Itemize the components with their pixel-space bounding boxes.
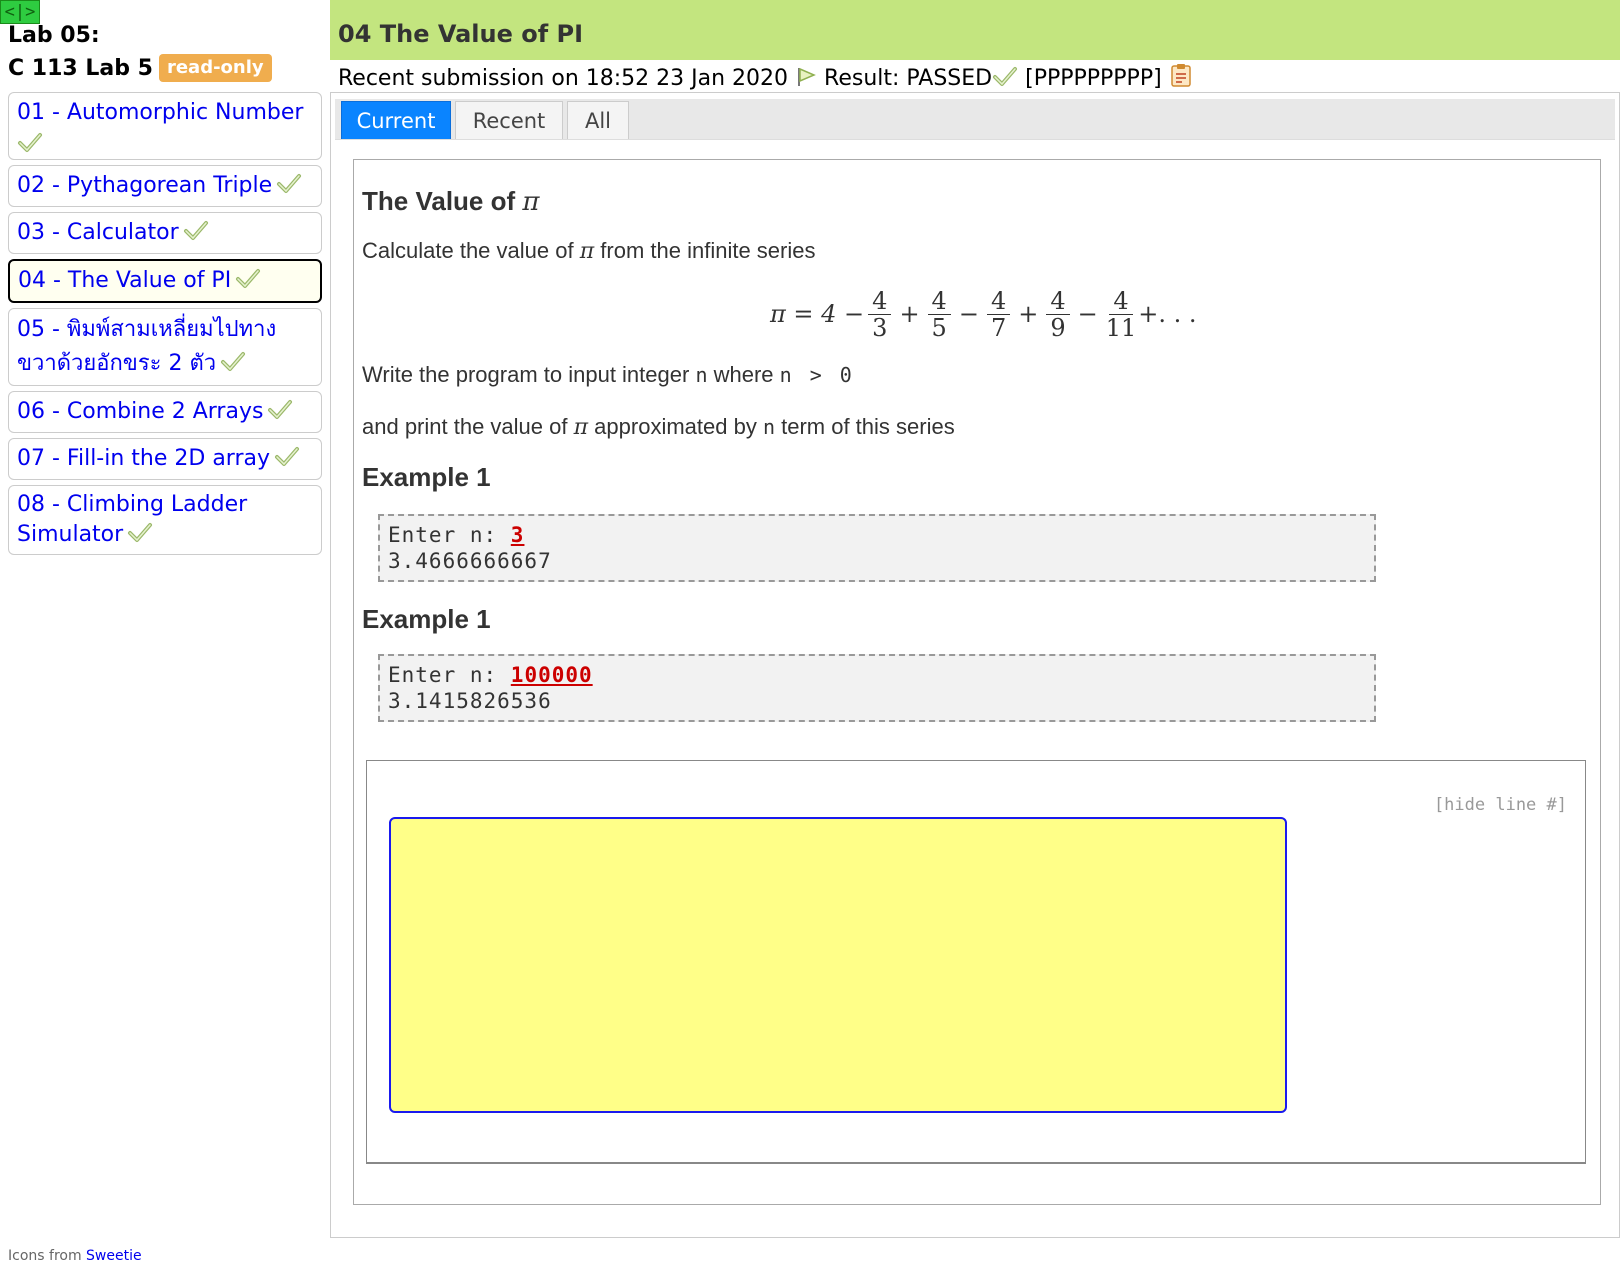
var-n: n xyxy=(695,363,708,387)
check-icon xyxy=(993,67,1018,86)
formula-terms: 4 3 +4 5−4 7 +4 9−4 11 xyxy=(868,288,1136,341)
submission-info: Recent submission on 18:52 23 Jan 2020 R… xyxy=(338,62,1193,95)
fraction-denominator: 7 xyxy=(990,313,1007,342)
pi-symbol: π xyxy=(573,415,589,440)
formula-lhs: π = 4 − xyxy=(770,300,865,328)
line1-a: Write the program to input integer xyxy=(362,362,696,387)
lab-title: Lab 05: xyxy=(8,23,100,48)
check-icon xyxy=(221,352,246,371)
fraction-denominator: 5 xyxy=(931,313,947,342)
course-title: C 113 Lab 5 read-only xyxy=(8,54,272,83)
formula-operator: − xyxy=(1077,300,1098,328)
series-formula: π = 4 − 4 3 +4 5−4 7 +4 9−4 11 +. . . xyxy=(770,286,1197,342)
check-icon xyxy=(183,221,208,240)
sidebar-item-label: 06 - Combine 2 Arrays xyxy=(17,399,264,424)
formula-operator: − xyxy=(958,300,979,328)
condition: n > 0 xyxy=(779,363,852,387)
problem-line-2: and print the value of π approximated by… xyxy=(362,414,955,440)
fraction-numerator: 4 xyxy=(927,288,951,315)
formula-tail: +. . . xyxy=(1138,300,1197,328)
submission-text: Recent submission on 18:52 23 Jan 2020 xyxy=(338,66,789,91)
fraction-denominator: 3 xyxy=(872,313,888,342)
problem-content: The Value of π Calculate the value of π … xyxy=(353,159,1601,1205)
flag-icon[interactable] xyxy=(795,66,817,88)
intro-before: Calculate the value of xyxy=(362,238,580,263)
check-icon xyxy=(277,174,302,193)
hide-line-numbers-toggle[interactable]: [hide line #] xyxy=(1434,795,1567,815)
problem-title-text: The Value of xyxy=(362,186,523,216)
check-icon xyxy=(236,269,261,288)
example-prompt: Enter n: xyxy=(388,523,511,547)
sidebar-item-label: 03 - Calculator xyxy=(17,220,179,245)
tab-current[interactable]: Current xyxy=(341,101,451,139)
result-code: [PPPPPPPPP] xyxy=(1025,66,1162,91)
sidebar-item-01[interactable]: 01 - Automorphic Number xyxy=(8,92,322,160)
read-only-badge: read-only xyxy=(158,54,272,82)
check-icon xyxy=(268,400,293,419)
formula-fraction: 47 xyxy=(986,288,1011,342)
check-icon xyxy=(18,133,42,152)
example-code: Enter n: 3 3.4666666667 xyxy=(378,514,1376,582)
fraction-denominator: 11 xyxy=(1105,313,1137,342)
fraction-numerator: 4 xyxy=(868,288,892,315)
sidebar-toggle-button[interactable]: <|> xyxy=(0,0,40,24)
example-output: 3.1415826536 xyxy=(388,689,552,713)
line2-c: term of this series xyxy=(774,414,955,439)
example-heading: Example 1 xyxy=(362,462,491,492)
problem-list: 01 - Automorphic Number 02 - Pythagorean… xyxy=(8,92,322,560)
sidebar-item-label: 02 - Pythagorean Triple xyxy=(17,173,273,198)
fraction-denominator: 9 xyxy=(1050,313,1066,342)
result-text: Result: PASSED xyxy=(824,66,993,91)
sidebar-item-02[interactable]: 02 - Pythagorean Triple xyxy=(8,165,322,207)
line1-b: where xyxy=(707,362,780,387)
sidebar-item-06[interactable]: 06 - Combine 2 Arrays xyxy=(8,391,322,433)
page-title: 04 The Value of PI xyxy=(330,0,1620,60)
problem-intro: Calculate the value of π from the infini… xyxy=(362,238,815,264)
sidebar-item-label: 04 - The Value of PI xyxy=(18,268,232,293)
formula-fraction: 49 xyxy=(1046,288,1070,342)
example-code: Enter n: 100000 3.1415826536 xyxy=(378,654,1376,722)
tab-recent[interactable]: Recent xyxy=(455,101,563,139)
fraction-numerator: 4 xyxy=(1109,288,1133,315)
clipboard-icon[interactable] xyxy=(1169,62,1193,88)
main-panel: Current Recent All The Value of π Calcul… xyxy=(330,92,1620,1238)
intro-after: from the infinite series xyxy=(594,238,816,263)
code-editor-container: [hide line #] xyxy=(366,760,1586,1164)
formula-fraction: 4 11 xyxy=(1106,288,1137,341)
example-input: 100000 xyxy=(510,663,593,687)
line2-a: and print the value of xyxy=(362,414,574,439)
code-editor[interactable] xyxy=(389,817,1287,1113)
course-name: C 113 Lab 5 xyxy=(8,56,153,81)
example-heading: Example 1 xyxy=(362,604,491,634)
sidebar-item-04[interactable]: 04 - The Value of PI xyxy=(8,259,322,303)
fraction-numerator: 4 xyxy=(986,288,1011,315)
check-icon xyxy=(128,523,153,542)
formula-fraction: 45 xyxy=(927,288,951,342)
tab-bar: Current Recent All xyxy=(335,99,1615,140)
fraction-numerator: 4 xyxy=(1046,288,1070,315)
sidebar-item-label: 07 - Fill-in the 2D array xyxy=(17,446,271,471)
problem-title: The Value of π xyxy=(362,186,539,217)
check-icon xyxy=(275,447,300,466)
example-input: 3 xyxy=(510,523,525,547)
sidebar-item-07[interactable]: 07 - Fill-in the 2D array xyxy=(8,438,322,480)
tab-all[interactable]: All xyxy=(567,101,629,139)
sidebar-item-05[interactable]: 05 - พิมพ์สามเหลี่ยมไปทางขวาด้วยอักขระ 2… xyxy=(8,308,322,386)
pi-symbol: π xyxy=(522,187,540,217)
var-n: n xyxy=(762,415,775,439)
formula-operator: + xyxy=(899,300,920,328)
example-output: 3.4666666667 xyxy=(388,549,552,573)
problem-line-1: Write the program to input integer n whe… xyxy=(362,362,852,388)
example-prompt: Enter n: xyxy=(388,663,511,687)
line2-b: approximated by xyxy=(588,414,763,439)
pi-symbol: π xyxy=(579,239,595,264)
formula-fraction: 43 xyxy=(868,288,892,342)
formula-operator: + xyxy=(1018,300,1039,328)
sidebar-item-label: 01 - Automorphic Number xyxy=(17,100,304,125)
sidebar-item-08[interactable]: 08 - Climbing Ladder Simulator xyxy=(8,485,322,555)
sidebar-item-03[interactable]: 03 - Calculator xyxy=(8,212,322,254)
